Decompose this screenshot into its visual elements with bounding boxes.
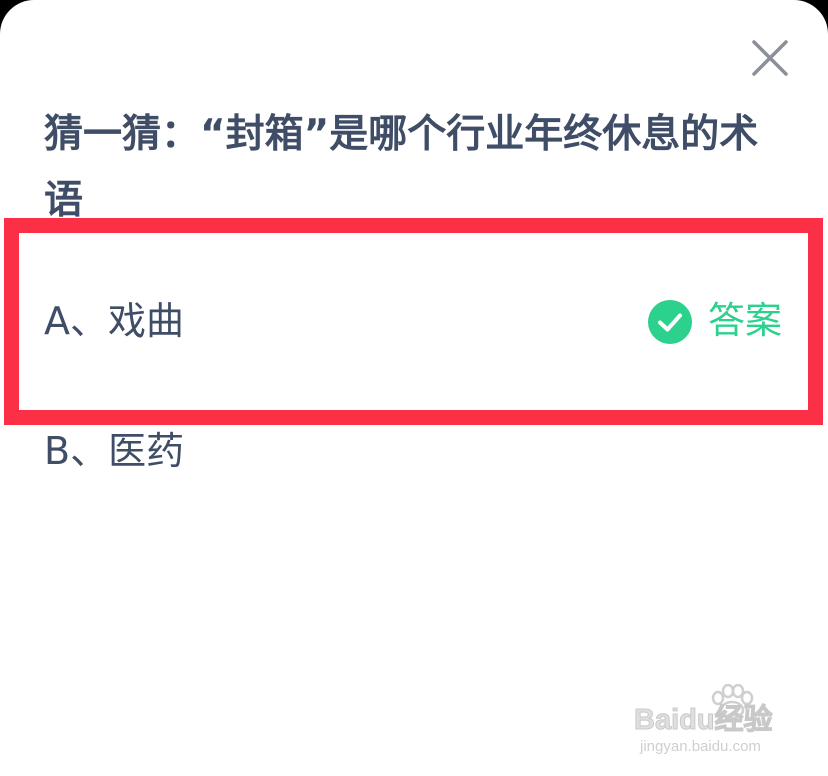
watermark: Baidu经验 jingyan.baidu.com (634, 684, 784, 764)
watermark-brand: Baidu经验 (634, 704, 774, 737)
quiz-dialog: 猜一猜：“封箱”是哪个行业年终休息的术语 A、戏曲 答案 B、医药 Baidu经… (0, 0, 828, 776)
option-a[interactable]: A、戏曲 答案 (0, 268, 828, 378)
check-circle-icon (648, 300, 692, 344)
question-title: 猜一猜：“封箱”是哪个行业年终休息的术语 (44, 112, 759, 223)
paw-icon (711, 684, 754, 720)
option-b[interactable]: B、医药 (0, 398, 828, 508)
watermark-url: jingyan.baidu.com (640, 738, 761, 755)
answer-label: 答案 (708, 299, 782, 342)
option-a-label: A、戏曲 (44, 299, 184, 343)
close-button[interactable] (748, 36, 792, 80)
option-b-label: B、医药 (44, 429, 185, 473)
close-icon (752, 40, 788, 76)
